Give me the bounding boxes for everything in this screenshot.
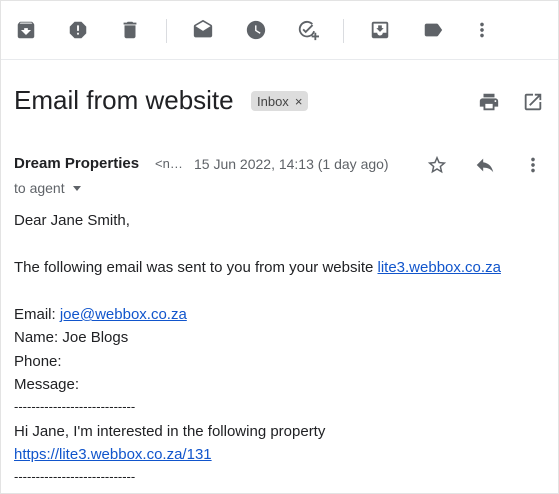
- message-more-button[interactable]: [520, 152, 546, 178]
- mark-unread-icon: [193, 19, 213, 38]
- report-spam-button[interactable]: [62, 14, 94, 46]
- move-to-icon: [371, 21, 389, 39]
- label-button[interactable]: [417, 14, 449, 46]
- body-name-line: Name: Joe Blogs: [14, 329, 129, 346]
- move-to-button[interactable]: [364, 14, 396, 46]
- more-vert-icon: [531, 157, 535, 173]
- body-intro-line: The following email was sent to you from…: [14, 259, 501, 276]
- body-message-text: Hi Jane, I'm interested in the following…: [14, 423, 326, 440]
- chevron-down-icon: [72, 186, 81, 191]
- toolbar-divider: [166, 19, 167, 43]
- delete-icon: [123, 21, 137, 39]
- inbox-label-chip[interactable]: Inbox ×: [251, 91, 309, 111]
- more-options-button[interactable]: [466, 14, 498, 46]
- add-to-tasks-icon: [298, 20, 319, 41]
- print-button[interactable]: [476, 89, 502, 115]
- sender-email-link[interactable]: joe@webbox.co.za: [60, 306, 187, 323]
- body-divider: ----------------------------: [14, 399, 136, 414]
- star-icon: [427, 155, 447, 174]
- toolbar-divider: [343, 19, 344, 43]
- body-email-line: Email: joe@webbox.co.za: [14, 306, 187, 323]
- label-icon: [424, 23, 443, 37]
- body-property-line: https://lite3.webbox.co.za/131: [14, 446, 212, 463]
- archive-icon: [17, 21, 35, 39]
- body-greeting: Dear Jane Smith,: [14, 212, 130, 229]
- recipient-details-toggle[interactable]: to agent: [14, 180, 81, 196]
- sender-name[interactable]: Dream Properties: [14, 155, 139, 172]
- property-link[interactable]: https://lite3.webbox.co.za/131: [14, 446, 212, 463]
- mark-unread-button[interactable]: [187, 14, 219, 46]
- body-phone-line: Phone:: [14, 353, 62, 370]
- archive-button[interactable]: [10, 14, 42, 46]
- body-divider-bottom: ----------------------------: [14, 469, 136, 484]
- star-button[interactable]: [424, 152, 450, 178]
- email-subject: Email from website: [14, 85, 234, 115]
- snooze-icon: [246, 20, 266, 40]
- reply-button[interactable]: [472, 152, 498, 178]
- sender-email: <n…: [155, 156, 183, 171]
- snooze-button[interactable]: [240, 14, 272, 46]
- recipient-text: to agent: [14, 180, 65, 196]
- body-intro-text: The following email was sent to you from…: [14, 259, 378, 276]
- reply-icon: [476, 158, 494, 173]
- add-to-tasks-button[interactable]: [292, 14, 324, 46]
- email-field-label: Email:: [14, 306, 60, 323]
- print-icon: [479, 93, 499, 111]
- more-vert-icon: [480, 22, 484, 38]
- body-message-label: Message:: [14, 376, 80, 393]
- remove-label-icon[interactable]: ×: [295, 94, 303, 109]
- report-spam-icon: [69, 21, 87, 39]
- open-in-new-icon: [524, 93, 542, 111]
- label-chip-text: Inbox: [257, 93, 289, 109]
- email-view: Email from website Inbox × Dream Propert…: [0, 0, 559, 494]
- email-date: 15 Jun 2022, 14:13 (1 day ago): [194, 156, 389, 172]
- website-link[interactable]: lite3.webbox.co.za: [378, 259, 501, 276]
- delete-button[interactable]: [114, 14, 146, 46]
- toolbar: [1, 1, 558, 60]
- open-in-new-window-button[interactable]: [520, 89, 546, 115]
